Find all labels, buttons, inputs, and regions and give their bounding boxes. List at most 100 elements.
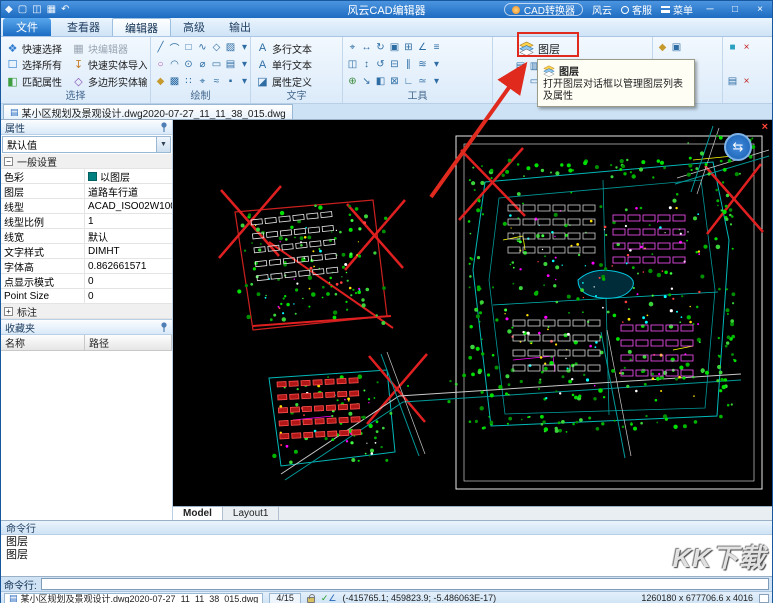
property-row[interactable]: 色彩以图层 bbox=[1, 169, 172, 184]
tool-icon[interactable]: ≡ bbox=[430, 40, 443, 55]
draw-tool-icon[interactable]: ⌀ bbox=[196, 57, 209, 72]
layer-button[interactable]: 图层 bbox=[514, 40, 649, 57]
property-row[interactable]: 线型比例1 bbox=[1, 214, 172, 229]
tool-icon[interactable]: ▾ bbox=[430, 57, 443, 72]
ribbon-button-polygon-entity-input[interactable]: ◇多边形实体输入 bbox=[70, 73, 147, 89]
cad-drawing[interactable] bbox=[173, 120, 772, 506]
tool-icon[interactable]: ↺ bbox=[374, 57, 387, 72]
property-row[interactable]: Point Size0 bbox=[1, 289, 172, 304]
tool-icon[interactable]: ▾ bbox=[430, 74, 443, 89]
draw-tool-icon[interactable]: ∷ bbox=[182, 74, 195, 89]
draw-tool-icon[interactable]: ∿ bbox=[196, 40, 209, 55]
property-section[interactable]: −一般设置 bbox=[1, 154, 172, 169]
ribbon-button-attribute-define[interactable]: ◪属性定义 bbox=[254, 73, 339, 89]
ribbon-button-match-properties[interactable]: ◧匹配属性 bbox=[4, 73, 68, 89]
tool-icon[interactable]: ∥ bbox=[402, 57, 415, 72]
document-tab[interactable]: ▤ 某小区规划及景观设计.dwg2020-07-27_11_11_38_015.… bbox=[3, 104, 293, 119]
draw-tool-icon[interactable]: ◆ bbox=[154, 74, 167, 89]
tool-icon[interactable]: ⌖ bbox=[346, 40, 359, 55]
ribbon-button-block-editor[interactable]: ▦块编辑器 bbox=[70, 40, 147, 56]
status-box[interactable] bbox=[759, 594, 769, 603]
pin-icon[interactable] bbox=[160, 122, 168, 133]
lock-icon[interactable] bbox=[307, 597, 315, 603]
pin-icon[interactable] bbox=[160, 322, 168, 333]
command-history[interactable]: 图层图层 bbox=[1, 535, 772, 576]
layer-tool-icon[interactable]: ≡ bbox=[514, 74, 527, 89]
tool-icon[interactable]: ◫ bbox=[346, 57, 359, 72]
tool-icon[interactable]: ⊠ bbox=[388, 74, 401, 89]
tool-icon[interactable]: ⊕ bbox=[346, 74, 359, 89]
property-row[interactable]: 线型ACAD_ISO02W100 bbox=[1, 199, 172, 214]
pan-tool-icon[interactable]: ⇆ bbox=[724, 133, 752, 161]
ribbon-button-select-all[interactable]: ☐选择所有 bbox=[4, 57, 68, 73]
group-tool-icon[interactable]: ▣ bbox=[670, 40, 683, 55]
ribbon-button-quick-entity-import[interactable]: ↧快速实体导入 bbox=[70, 57, 147, 73]
favorites-column-header[interactable]: 路径 bbox=[85, 335, 172, 350]
ribbon-button-mtext[interactable]: A多行文本 bbox=[254, 40, 339, 56]
draw-tool-icon[interactable]: ▩ bbox=[168, 74, 181, 89]
draw-tool-icon[interactable]: ╱ bbox=[154, 40, 167, 55]
tool-icon[interactable]: ⊟ bbox=[388, 57, 401, 72]
close-button[interactable]: × bbox=[752, 4, 768, 15]
ribbon-button-quick-select[interactable]: ❖快速选择 bbox=[4, 40, 68, 56]
menu-tab-editor[interactable]: 编辑器 bbox=[112, 18, 171, 36]
layer-tool-icon[interactable]: ▤ bbox=[514, 59, 527, 74]
tool-icon[interactable]: ↘ bbox=[360, 74, 373, 89]
undo-icon[interactable]: ↶ bbox=[61, 4, 69, 15]
draw-tool-icon[interactable]: ≈ bbox=[210, 74, 223, 89]
angle-icon[interactable]: ∠ bbox=[328, 593, 336, 603]
model-tab-layout1[interactable]: Layout1 bbox=[223, 507, 280, 520]
tool-icon[interactable]: ▣ bbox=[388, 40, 401, 55]
tool-icon[interactable]: ⊞ bbox=[402, 40, 415, 55]
draw-tool-icon[interactable]: ◠ bbox=[168, 57, 181, 72]
tool-icon[interactable]: ∟ bbox=[402, 74, 415, 89]
canvas-close-icon[interactable]: × bbox=[762, 121, 768, 133]
edit-tool-icon[interactable]: ■ bbox=[726, 40, 739, 55]
property-section[interactable]: +标注 bbox=[1, 304, 172, 319]
property-row[interactable]: 点显示模式0 bbox=[1, 274, 172, 289]
draw-tool-icon[interactable]: ⌖ bbox=[196, 74, 209, 89]
edit-tool-icon[interactable]: ▤ bbox=[726, 74, 739, 89]
command-input[interactable] bbox=[41, 578, 769, 590]
draw-tool-icon[interactable]: ▨ bbox=[224, 40, 237, 55]
edit-tool-icon[interactable]: × bbox=[740, 40, 753, 55]
draw-tool-icon[interactable]: ▾ bbox=[238, 74, 251, 89]
tool-icon[interactable]: ◧ bbox=[374, 74, 387, 89]
group-tool-icon[interactable]: ◆ bbox=[656, 40, 669, 55]
tool-icon[interactable]: ↔ bbox=[360, 40, 373, 55]
save-file-icon[interactable]: ▦ bbox=[47, 4, 56, 15]
page-indicator[interactable]: 4/15 bbox=[269, 593, 301, 603]
draw-tool-icon[interactable]: ▭ bbox=[210, 57, 223, 72]
support-button[interactable]: 客服 bbox=[621, 2, 652, 17]
property-row[interactable]: 图层道路车行道 bbox=[1, 184, 172, 199]
minimize-button[interactable]: ─ bbox=[702, 4, 718, 15]
property-row[interactable]: 字体高0.862661571 bbox=[1, 259, 172, 274]
preset-dropdown[interactable]: 默认值 ▼ bbox=[2, 136, 171, 153]
tool-icon[interactable]: ∠ bbox=[416, 40, 429, 55]
draw-tool-icon[interactable]: □ bbox=[182, 40, 195, 55]
draw-tool-icon[interactable]: ⌒ bbox=[168, 40, 181, 55]
file-menu-button[interactable]: 文件 bbox=[3, 18, 51, 36]
collapse-icon[interactable]: + bbox=[4, 307, 13, 316]
collapse-icon[interactable]: − bbox=[4, 157, 13, 166]
tool-icon[interactable]: ≋ bbox=[416, 57, 429, 72]
draw-tool-icon[interactable]: ○ bbox=[154, 57, 167, 72]
menu-tab-output[interactable]: 输出 bbox=[217, 18, 263, 36]
edit-tool-icon[interactable]: × bbox=[740, 74, 753, 89]
favorites-column-header[interactable]: 名称 bbox=[1, 335, 85, 350]
draw-tool-icon[interactable]: ◇ bbox=[210, 40, 223, 55]
property-row[interactable]: 文字样式DIMHT bbox=[1, 244, 172, 259]
draw-tool-icon[interactable]: ▤ bbox=[224, 57, 237, 72]
canvas[interactable]: ⇆ × bbox=[173, 120, 772, 506]
open-file-icon[interactable]: ◫ bbox=[32, 4, 41, 15]
tool-icon[interactable]: ↻ bbox=[374, 40, 387, 55]
menu-tab-viewer[interactable]: 查看器 bbox=[55, 18, 112, 36]
draw-tool-icon[interactable]: ⊙ bbox=[182, 57, 195, 72]
tool-icon[interactable]: ≃ bbox=[416, 74, 429, 89]
new-file-icon[interactable]: ▢ bbox=[18, 4, 27, 15]
draw-tool-icon[interactable]: ▾ bbox=[238, 57, 251, 72]
ribbon-button-single-text[interactable]: A单行文本 bbox=[254, 57, 339, 73]
status-document[interactable]: ▤ 某小区规划及景观设计.dwg2020-07-27_11_11_38_015.… bbox=[4, 593, 263, 603]
maximize-button[interactable]: □ bbox=[727, 4, 743, 15]
brand-button[interactable]: 风云 bbox=[592, 2, 612, 17]
